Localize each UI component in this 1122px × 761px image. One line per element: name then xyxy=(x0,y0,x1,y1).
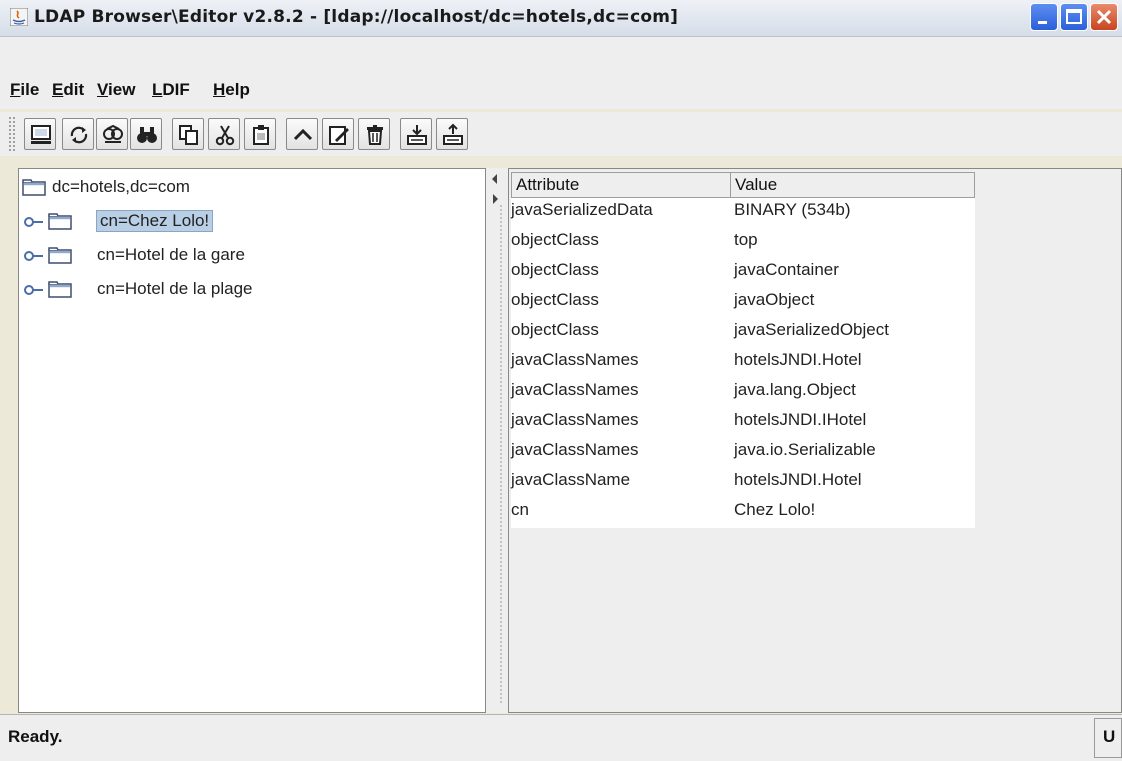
menu-help[interactable]: Help xyxy=(213,80,250,100)
cell-value[interactable]: hotelsJNDI.IHotel xyxy=(734,410,866,430)
menu-edit[interactable]: Edit xyxy=(52,80,84,100)
tree-node-label: cn=Hotel de la plage xyxy=(97,279,253,298)
maximize-icon xyxy=(1066,9,1082,24)
status-indicator: U xyxy=(1103,727,1116,746)
app-window: LDAP Browser\Editor v2.8.2 - [ldap://loc… xyxy=(0,0,1122,761)
cell-value[interactable]: java.io.Serializable xyxy=(734,440,876,460)
table-body: javaSerializedData BINARY (534b) objectC… xyxy=(511,198,975,528)
menu-ldif[interactable]: LDIF xyxy=(152,80,190,100)
cell-value[interactable]: javaContainer xyxy=(734,260,839,280)
cell-value[interactable]: BINARY (534b) xyxy=(734,200,851,220)
tree-root-label: dc=hotels,dc=com xyxy=(52,177,190,196)
expand-handle-icon[interactable] xyxy=(24,216,44,228)
cell-attribute[interactable]: javaClassNames xyxy=(511,410,639,430)
find-icon xyxy=(137,127,157,143)
close-button[interactable] xyxy=(1090,3,1118,31)
export-icon xyxy=(443,123,463,145)
cell-attribute[interactable]: objectClass xyxy=(511,320,599,340)
menu-view[interactable]: View xyxy=(97,80,135,100)
cell-value[interactable]: Chez Lolo! xyxy=(734,500,815,520)
java-app-icon xyxy=(10,8,28,26)
status-text: Ready. xyxy=(8,727,63,746)
cell-attribute[interactable]: objectClass xyxy=(511,260,599,280)
cell-value[interactable]: javaSerializedObject xyxy=(734,320,889,340)
folder-icon xyxy=(48,247,72,264)
paste-icon xyxy=(253,125,269,145)
tree-node-label: cn=Hotel de la gare xyxy=(97,245,245,264)
refresh-button[interactable] xyxy=(62,118,94,150)
cell-attribute[interactable]: objectClass xyxy=(511,290,599,310)
minimize-button[interactable] xyxy=(1030,3,1058,31)
cell-attribute[interactable]: javaClassNames xyxy=(511,440,639,460)
toolbar xyxy=(0,112,1122,156)
column-header-attribute[interactable]: Attribute xyxy=(511,172,731,198)
cut-button[interactable] xyxy=(208,118,240,150)
export-button[interactable] xyxy=(436,118,468,150)
cell-attribute[interactable]: javaClassNames xyxy=(511,380,639,400)
cell-value[interactable]: javaObject xyxy=(734,290,814,310)
toolbar-grip[interactable] xyxy=(8,116,16,152)
up-icon xyxy=(293,128,313,141)
cell-attribute[interactable]: javaSerializedData xyxy=(511,200,653,220)
find-button[interactable] xyxy=(130,118,162,150)
cell-value[interactable]: top xyxy=(734,230,758,250)
cut-icon xyxy=(215,125,235,146)
folder-icon xyxy=(48,281,72,298)
divider-arrows-icon[interactable] xyxy=(490,172,500,206)
tree-node-hotel-de-la-gare[interactable]: cn=Hotel de la gare xyxy=(24,242,470,272)
import-button[interactable] xyxy=(400,118,432,150)
edit-icon xyxy=(329,126,349,145)
tree-node-chez-lolo[interactable]: cn=Chez Lolo! xyxy=(24,208,470,238)
split-divider[interactable] xyxy=(486,168,508,713)
import-icon xyxy=(407,125,427,145)
cell-value[interactable]: hotelsJNDI.Hotel xyxy=(734,350,862,370)
cell-value[interactable]: java.lang.Object xyxy=(734,380,856,400)
folder-icon xyxy=(48,213,72,230)
search-button[interactable] xyxy=(96,118,128,150)
window-title: LDAP Browser\Editor v2.8.2 - [ldap://loc… xyxy=(34,7,679,27)
copy-icon xyxy=(179,125,198,145)
folder-icon xyxy=(22,179,46,196)
menu-file[interactable]: File xyxy=(10,80,39,100)
cell-attribute[interactable]: objectClass xyxy=(511,230,599,250)
minimize-icon xyxy=(1038,21,1047,24)
delete-button[interactable] xyxy=(358,118,390,150)
up-button[interactable] xyxy=(286,118,318,150)
expand-handle-icon[interactable] xyxy=(24,284,44,296)
column-header-value[interactable]: Value xyxy=(730,172,975,198)
connect-icon xyxy=(31,125,51,144)
cell-attribute[interactable]: javaClassName xyxy=(511,470,630,490)
refresh-icon xyxy=(70,126,88,144)
expand-handle-icon[interactable] xyxy=(24,250,44,262)
cell-value[interactable]: hotelsJNDI.Hotel xyxy=(734,470,862,490)
tree-root[interactable]: dc=hotels,dc=com xyxy=(20,174,480,204)
search-icon xyxy=(103,124,123,143)
close-icon xyxy=(1096,9,1112,25)
connect-button[interactable] xyxy=(24,118,56,150)
edit-button[interactable] xyxy=(322,118,354,150)
status-bar xyxy=(0,714,1122,761)
cell-attribute[interactable]: javaClassNames xyxy=(511,350,639,370)
cell-attribute[interactable]: cn xyxy=(511,500,529,520)
tree-node-hotel-de-la-plage[interactable]: cn=Hotel de la plage xyxy=(24,276,470,306)
paste-button[interactable] xyxy=(244,118,276,150)
copy-button[interactable] xyxy=(172,118,204,150)
delete-icon xyxy=(367,125,383,145)
maximize-button[interactable] xyxy=(1060,3,1088,31)
tree-node-label-selected: cn=Chez Lolo! xyxy=(95,210,214,232)
divider-grip[interactable] xyxy=(499,204,503,704)
